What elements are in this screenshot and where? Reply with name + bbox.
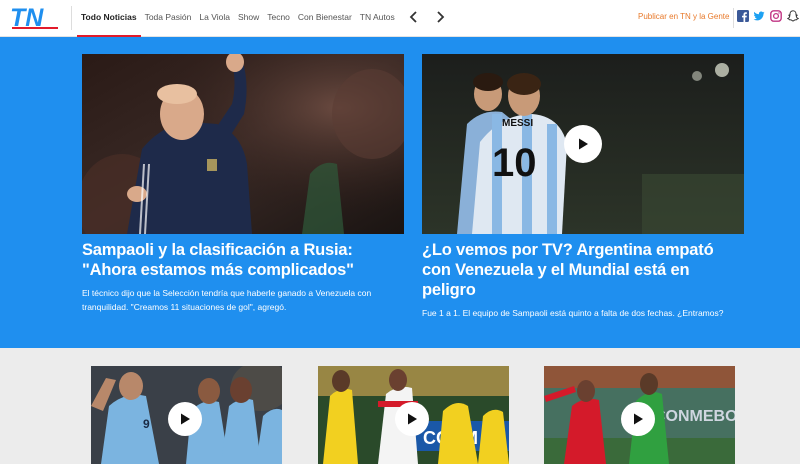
hero-section: Sampaoli y la clasificación a Rusia: "Ah… <box>0 37 800 348</box>
hero-article-left[interactable]: Sampaoli y la clasificación a Rusia: "Ah… <box>82 54 404 314</box>
publish-link[interactable]: Publicar en TN y la Gente <box>638 12 729 21</box>
svg-text:MESSI: MESSI <box>502 118 533 129</box>
chevron-right-icon[interactable] <box>433 10 447 24</box>
instagram-icon[interactable] <box>770 10 782 22</box>
article-thumbnail-2[interactable]: CONM <box>318 366 509 464</box>
nav-item-show[interactable]: Show <box>234 0 263 37</box>
nav-item-con-bienestar[interactable]: Con Bienestar <box>294 0 356 37</box>
snapchat-icon[interactable] <box>787 10 799 22</box>
twitter-icon[interactable] <box>753 10 765 22</box>
svg-text:TN: TN <box>10 4 44 30</box>
hero-article-right[interactable]: MESSI 10 ¿Lo vemos por TV? Argentina emp… <box>422 54 744 320</box>
hero-image-sampaoli[interactable] <box>82 54 404 234</box>
hero-description-right: Fue 1 a 1. El equipo de Sampaoli está qu… <box>422 308 724 318</box>
play-icon <box>579 138 588 150</box>
top-header: TN Todo Noticias Toda Pasión La Viola Show T… <box>0 0 800 37</box>
nav-item-toda-pasi-n[interactable]: Toda Pasión <box>141 0 196 37</box>
article-thumbnail-1[interactable]: 9 <box>91 366 282 464</box>
chevron-left-icon[interactable] <box>407 10 421 24</box>
play-video-button[interactable] <box>168 402 202 436</box>
nav-item-la-viola[interactable]: La Viola <box>195 0 234 37</box>
play-icon <box>408 413 417 425</box>
play-icon <box>634 413 643 425</box>
secondary-articles: 9 CONM CONMEBOL <box>0 348 800 464</box>
article-thumbnail-3[interactable]: CONMEBOL <box>544 366 735 464</box>
logo-divider <box>71 6 72 30</box>
play-icon <box>181 413 190 425</box>
nav-item-tn-autos[interactable]: TN Autos <box>356 0 399 37</box>
facebook-icon[interactable] <box>737 10 749 22</box>
svg-text:10: 10 <box>492 141 537 185</box>
tn-logo[interactable]: TN <box>10 4 60 30</box>
svg-text:9: 9 <box>143 417 150 431</box>
hero-description-left: El técnico dijo que la Selección tendría… <box>82 288 372 312</box>
play-video-button[interactable] <box>395 402 429 436</box>
hero-image-messi[interactable]: MESSI 10 <box>422 54 744 234</box>
section-nav: Todo Noticias Toda Pasión La Viola Show Tecn… <box>77 0 399 37</box>
play-video-button[interactable] <box>564 125 602 163</box>
hero-title-right[interactable]: ¿Lo vemos por TV? Argentina empató con V… <box>422 240 744 300</box>
svg-text:CONMEBOL: CONMEBOL <box>654 408 735 425</box>
hero-title-left[interactable]: Sampaoli y la clasificación a Rusia: "Ah… <box>82 240 404 280</box>
cta-divider <box>733 8 734 28</box>
nav-item-tecno[interactable]: Tecno <box>263 0 294 37</box>
nav-item-todo-noticias[interactable]: Todo Noticias <box>77 0 141 37</box>
play-video-button[interactable] <box>621 402 655 436</box>
